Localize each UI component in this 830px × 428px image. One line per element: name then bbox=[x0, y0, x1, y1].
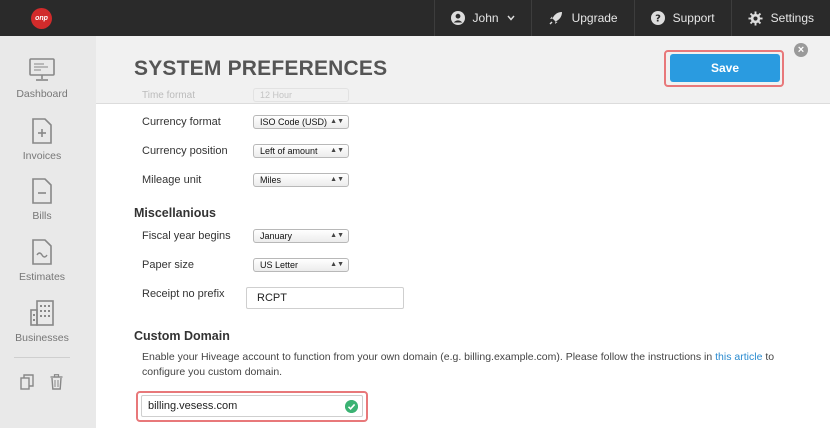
support-label: Support bbox=[672, 11, 715, 25]
preferences-modal: Time format 12 Hour SYSTEM PREFERENCES S… bbox=[96, 36, 830, 428]
settings-link[interactable]: Settings bbox=[730, 0, 830, 36]
sidebar-item-label: Estimates bbox=[18, 271, 66, 283]
sidebar-item-estimates[interactable]: Estimates bbox=[0, 239, 84, 283]
sidebar-item-businesses[interactable]: Businesses bbox=[0, 300, 84, 344]
gear-icon bbox=[748, 10, 763, 26]
bill-icon bbox=[32, 178, 52, 204]
mileage-unit-label: Mileage unit bbox=[142, 174, 202, 186]
check-circle-icon bbox=[345, 400, 358, 413]
receipt-prefix-input[interactable]: RCPT bbox=[246, 287, 404, 309]
select-arrows-icon: ▲▼ bbox=[330, 176, 344, 183]
mileage-unit-select[interactable]: Miles ▲▼ bbox=[253, 173, 349, 187]
top-bar: onp John Upgrade ? Support Settings bbox=[0, 0, 830, 36]
paper-size-select[interactable]: US Letter ▲▼ bbox=[253, 258, 349, 272]
top-nav: John Upgrade ? Support Settings bbox=[433, 0, 830, 36]
currency-format-label: Currency format bbox=[142, 116, 221, 128]
invoice-icon bbox=[32, 118, 52, 144]
rocket-icon bbox=[549, 12, 562, 25]
custom-domain-input[interactable]: billing.vesess.com bbox=[141, 395, 363, 417]
building-icon bbox=[30, 300, 54, 326]
chevron-down-icon bbox=[507, 15, 515, 21]
ghost-row-select: 12 Hour bbox=[253, 88, 349, 102]
svg-text:?: ? bbox=[655, 14, 661, 25]
settings-label: Settings bbox=[770, 11, 814, 25]
paper-size-label: Paper size bbox=[142, 259, 194, 271]
receipt-prefix-label: Receipt no prefix bbox=[142, 288, 225, 300]
save-button[interactable]: Save bbox=[670, 54, 780, 82]
miscellanious-heading: Miscellanious bbox=[134, 206, 216, 220]
custom-domain-heading: Custom Domain bbox=[134, 329, 230, 343]
fiscal-year-select[interactable]: January ▲▼ bbox=[253, 229, 349, 243]
select-arrows-icon: ▲▼ bbox=[330, 118, 344, 125]
brand-logo[interactable]: onp bbox=[31, 8, 52, 29]
sidebar-item-label: Dashboard bbox=[16, 88, 68, 100]
custom-domain-description: Enable your Hiveage account to function … bbox=[142, 350, 782, 380]
sidebar-divider bbox=[14, 357, 70, 358]
fiscal-year-label: Fiscal year begins bbox=[142, 230, 231, 242]
sidebar-item-label: Bills bbox=[32, 210, 52, 222]
page-title: SYSTEM PREFERENCES bbox=[134, 57, 388, 80]
select-arrows-icon: ▲▼ bbox=[330, 147, 344, 154]
monitor-icon bbox=[29, 58, 55, 81]
select-value: ISO Code (USD) bbox=[260, 117, 328, 127]
currency-position-label: Currency position bbox=[142, 145, 228, 157]
sidebar-item-label: Businesses bbox=[15, 332, 69, 344]
description-text: Enable your Hiveage account to function … bbox=[142, 351, 716, 363]
ghost-row-label: Time format bbox=[142, 90, 195, 101]
select-value: US Letter bbox=[260, 260, 299, 270]
select-arrows-icon: ▲▼ bbox=[330, 232, 344, 239]
select-value: January bbox=[260, 231, 293, 241]
copy-icon[interactable] bbox=[20, 374, 34, 390]
user-name: John bbox=[472, 11, 499, 25]
question-icon: ? bbox=[650, 11, 665, 25]
currency-position-select[interactable]: Left of amount ▲▼ bbox=[253, 144, 349, 158]
sidebar: Dashboard Invoices Bills Estimates Busin… bbox=[0, 36, 84, 428]
currency-format-select[interactable]: ISO Code (USD) ▲▼ bbox=[253, 115, 349, 129]
sidebar-item-bills[interactable]: Bills bbox=[0, 178, 84, 222]
sidebar-item-label: Invoices bbox=[22, 150, 62, 162]
user-avatar-icon bbox=[450, 11, 465, 25]
sidebar-item-invoices[interactable]: Invoices bbox=[0, 118, 84, 162]
article-link[interactable]: this article bbox=[715, 351, 762, 363]
upgrade-link[interactable]: Upgrade bbox=[530, 0, 634, 36]
select-value: Left of amount bbox=[260, 146, 318, 156]
support-link[interactable]: ? Support bbox=[633, 0, 731, 36]
trash-icon[interactable] bbox=[50, 374, 63, 390]
close-icon[interactable]: × bbox=[794, 43, 808, 57]
sidebar-tools bbox=[20, 374, 63, 390]
sidebar-item-dashboard[interactable]: Dashboard bbox=[0, 58, 84, 100]
user-menu[interactable]: John bbox=[433, 0, 531, 36]
select-arrows-icon: ▲▼ bbox=[330, 261, 344, 268]
estimate-icon bbox=[32, 239, 52, 265]
upgrade-label: Upgrade bbox=[571, 11, 618, 25]
select-value: Miles bbox=[260, 175, 282, 185]
